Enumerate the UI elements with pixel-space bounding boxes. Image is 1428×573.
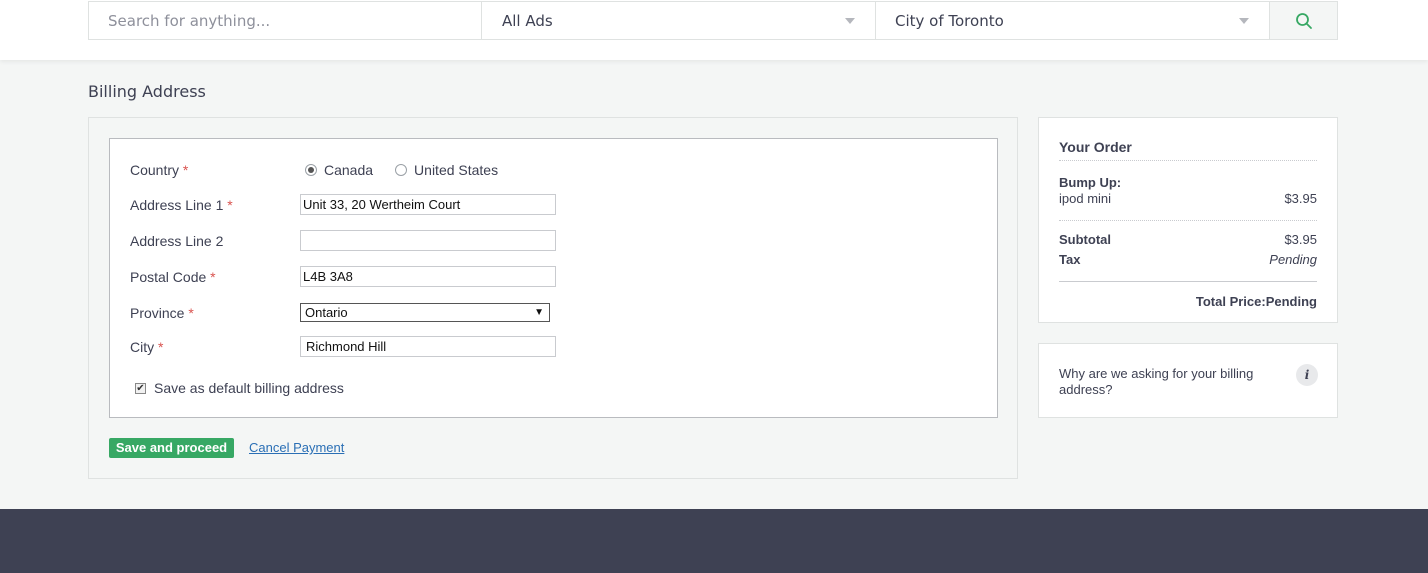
search-field[interactable] (89, 2, 482, 39)
total-label: Total Price: (1195, 294, 1266, 309)
address-line-1-input[interactable] (300, 194, 556, 215)
tax-label: Tax (1059, 252, 1081, 267)
location-dropdown[interactable]: City of Toronto (876, 2, 1270, 39)
total-price: Total Price:Pending (1196, 294, 1317, 309)
order-title: Your Order (1059, 139, 1132, 155)
category-label: All Ads (502, 12, 553, 30)
city-label: City * (130, 339, 164, 355)
divider (1059, 220, 1317, 221)
address-line-2-label: Address Line 2 (130, 233, 224, 249)
radio-united-states-label[interactable]: United States (414, 162, 498, 178)
save-default-row: ✔ Save as default billing address (135, 380, 344, 396)
chevron-down-icon (1239, 18, 1249, 24)
radio-canada[interactable] (305, 164, 317, 176)
order-item-name: ipod mini (1059, 191, 1112, 206)
country-label: Country * (130, 162, 189, 178)
radio-united-states[interactable] (395, 164, 408, 176)
tax-value: Pending (1269, 252, 1317, 267)
info-icon[interactable]: i (1296, 364, 1318, 386)
divider (1059, 160, 1317, 161)
order-item-price: $3.95 (1284, 191, 1317, 206)
search-icon (1295, 12, 1312, 29)
total-value: Pending (1265, 294, 1317, 309)
search-bar: All Ads City of Toronto (88, 1, 1338, 40)
billing-form: Country * Canada United States Address L… (109, 138, 998, 418)
postal-code-label: Postal Code * (130, 269, 216, 285)
radio-canada-label[interactable]: Canada (324, 162, 373, 178)
location-label: City of Toronto (895, 12, 1004, 30)
billing-info-panel: Why are we asking for your billing addre… (1038, 343, 1338, 418)
cancel-payment-link[interactable]: Cancel Payment (249, 440, 344, 455)
billing-panel: Country * Canada United States Address L… (88, 117, 1018, 479)
subtotal-label: Subtotal (1059, 232, 1111, 247)
province-value: Ontario (305, 305, 348, 320)
billing-info-text: Why are we asking for your billing addre… (1059, 366, 1254, 397)
address-line-1-label: Address Line 1 * (130, 197, 233, 213)
top-bar: All Ads City of Toronto (0, 0, 1428, 60)
order-item-heading: Bump Up: (1059, 175, 1122, 190)
postal-code-input[interactable] (300, 266, 556, 287)
subtotal-value: $3.95 (1284, 232, 1317, 247)
search-button[interactable] (1270, 2, 1337, 39)
chevron-down-icon (845, 18, 855, 24)
dropdown-arrow-icon: ▼ (534, 307, 544, 318)
footer (0, 509, 1428, 573)
province-select[interactable]: Ontario ▼ (300, 303, 550, 322)
page-title: Billing Address (88, 82, 206, 101)
category-dropdown[interactable]: All Ads (482, 2, 876, 39)
order-summary: Your Order Bump Up: ipod mini $3.95 Subt… (1038, 117, 1338, 323)
divider (1059, 281, 1317, 282)
save-default-label[interactable]: Save as default billing address (154, 380, 344, 396)
city-input[interactable] (300, 336, 556, 357)
search-input[interactable] (89, 2, 481, 39)
address-line-2-input[interactable] (300, 230, 556, 251)
save-default-checkbox[interactable]: ✔ (135, 382, 146, 394)
province-label: Province * (130, 305, 194, 321)
country-radio-group: Canada United States (305, 162, 498, 178)
save-and-proceed-button[interactable]: Save and proceed (109, 438, 234, 458)
